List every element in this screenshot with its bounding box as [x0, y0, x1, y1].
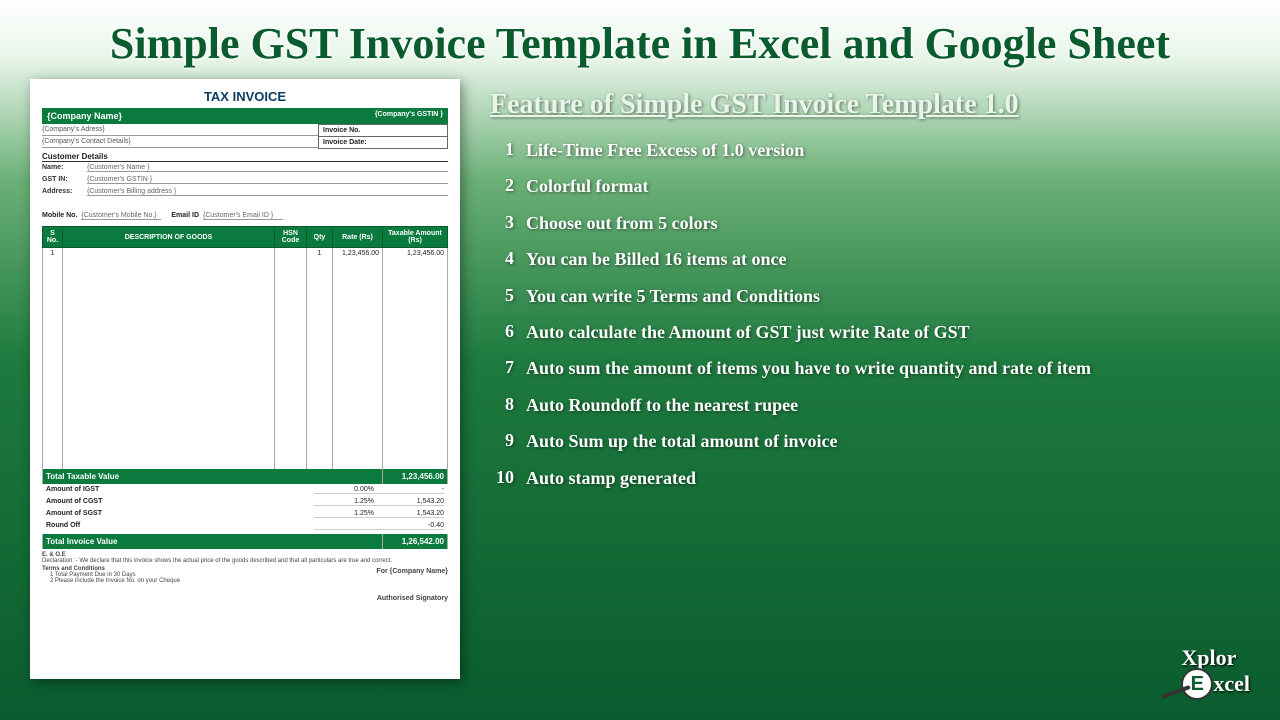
row-hsn	[275, 248, 307, 260]
feature-item: 8 Auto Roundoff to the nearest rupee	[490, 394, 1250, 417]
total-taxable-value: 1,23,456.00	[383, 469, 448, 484]
items-table: S No. DESCRIPTION OF GOODS HSN Code Qty …	[42, 226, 448, 484]
logo-line1: Xplor	[1181, 648, 1250, 668]
col-amount: Taxable Amount (Rs)	[383, 227, 448, 248]
customer-details-label: Customer Details	[42, 152, 448, 162]
feature-text: Colorful format	[526, 175, 1250, 198]
sgst-label: Amount of SGST	[46, 510, 314, 518]
customer-name: {Customer's Name }	[87, 164, 448, 172]
declaration: Declaration :- We declare that this invo…	[42, 558, 448, 564]
feature-number: 10	[490, 467, 514, 490]
for-company: For {Company Name}	[376, 568, 448, 575]
cgst-amt: 1,543.20	[374, 498, 444, 506]
company-name: {Company Name}	[47, 111, 122, 121]
feature-number: 7	[490, 357, 514, 380]
col-desc: DESCRIPTION OF GOODS	[63, 227, 275, 248]
brand-logo: Xplor E xcel	[1181, 648, 1250, 700]
feature-item: 2 Colorful format	[490, 175, 1250, 198]
invoice-no-label: Invoice No.	[323, 127, 378, 134]
feature-item: 4 You can be Billed 16 items at once	[490, 248, 1250, 271]
feature-item: 9 Auto Sum up the total amount of invoice	[490, 430, 1250, 453]
col-hsn: HSN Code	[275, 227, 307, 248]
name-label: Name:	[42, 164, 87, 172]
feature-text: You can be Billed 16 items at once	[526, 248, 1250, 271]
feature-item: 1 Life-Time Free Excess of 1.0 version	[490, 139, 1250, 162]
pen-icon	[1162, 685, 1192, 699]
feature-item: 5 You can write 5 Terms and Conditions	[490, 285, 1250, 308]
feature-text: Auto Sum up the total amount of invoice	[526, 430, 1250, 453]
row-amount: 1,23,456.00	[383, 248, 448, 260]
col-qty: Qty	[307, 227, 333, 248]
total-invoice-label: Total Invoice Value	[43, 534, 383, 549]
feature-text: Auto sum the amount of items you have to…	[526, 357, 1250, 380]
feature-text: Auto Roundoff to the nearest rupee	[526, 394, 1250, 417]
total-invoice-value: 1,26,542.00	[383, 534, 448, 549]
invoice-meta: {Company's Adress} {Company's Contact De…	[42, 124, 448, 149]
row-qty: 1	[307, 248, 333, 260]
feature-text: Auto stamp generated	[526, 467, 1250, 490]
cgst-pct: 1.25%	[314, 498, 374, 506]
logo-e-icon: E	[1181, 668, 1213, 700]
gstin-label: GST IN:	[42, 176, 87, 184]
col-sno: S No.	[43, 227, 63, 248]
address-label: Address:	[42, 188, 87, 196]
feature-item: 10 Auto stamp generated	[490, 467, 1250, 490]
content-row: TAX INVOICE {Company Name} {Company's GS…	[0, 79, 1280, 679]
feature-number: 4	[490, 248, 514, 271]
feature-number: 6	[490, 321, 514, 344]
term-2: 2 Please include the Invoice No. on your…	[42, 578, 180, 584]
cgst-label: Amount of CGST	[46, 498, 314, 506]
feature-number: 3	[490, 212, 514, 235]
feature-number: 5	[490, 285, 514, 308]
feature-text: Choose out from 5 colors	[526, 212, 1250, 235]
col-rate: Rate (Rs)	[333, 227, 383, 248]
authorised-signatory: Authorised Signatory	[376, 595, 448, 602]
features-heading: Feature of Simple GST Invoice Template 1…	[490, 89, 1250, 121]
customer-email: {Customer's Email ID }	[203, 212, 283, 220]
feature-number: 9	[490, 430, 514, 453]
feature-number: 8	[490, 394, 514, 417]
roundoff-amt: -0.40	[374, 522, 444, 530]
total-taxable-label: Total Taxable Value	[43, 469, 383, 484]
company-header-bar: {Company Name} {Company's GSTIN }	[42, 108, 448, 124]
contact-row: Mobile No. {Customer's Mobile No.} Email …	[42, 208, 448, 224]
sgst-amt: 1,543.20	[374, 510, 444, 518]
invoice-doc-title: TAX INVOICE	[42, 89, 448, 104]
feature-text: Life-Time Free Excess of 1.0 version	[526, 139, 1250, 162]
features-panel: Feature of Simple GST Invoice Template 1…	[490, 79, 1250, 679]
sgst-pct: 1.25%	[314, 510, 374, 518]
company-address: {Company's Adress}	[42, 124, 318, 136]
feature-text: You can write 5 Terms and Conditions	[526, 285, 1250, 308]
igst-label: Amount of IGST	[46, 486, 314, 494]
feature-number: 2	[490, 175, 514, 198]
feature-text: Auto calculate the Amount of GST just wr…	[526, 321, 1250, 344]
feature-item: 6 Auto calculate the Amount of GST just w…	[490, 321, 1250, 344]
customer-address: {Customer's Billing address }	[87, 188, 448, 196]
igst-pct: 0.00%	[314, 486, 374, 494]
feature-item: 7 Auto sum the amount of items you have t…	[490, 357, 1250, 380]
igst-amt: -	[374, 486, 444, 494]
company-contact: {Company's Contact Details}	[42, 136, 318, 148]
logo-line2: xcel	[1213, 674, 1250, 694]
feature-number: 1	[490, 139, 514, 162]
page-title: Simple GST Invoice Template in Excel and…	[0, 0, 1280, 79]
row-sno: 1	[43, 248, 63, 260]
company-gstin: {Company's GSTIN }	[375, 111, 443, 121]
invoice-date-label: Invoice Date:	[323, 139, 378, 146]
mobile-label: Mobile No.	[42, 212, 77, 220]
email-label: Email ID	[171, 212, 199, 220]
roundoff-label: Round Off	[46, 522, 314, 530]
row-desc	[63, 248, 275, 260]
feature-item: 3 Choose out from 5 colors	[490, 212, 1250, 235]
row-rate: 1,23,456.00	[333, 248, 383, 260]
invoice-preview: TAX INVOICE {Company Name} {Company's GS…	[30, 79, 460, 679]
customer-mobile: {Customer's Mobile No.}	[81, 212, 161, 220]
customer-gstin: {Customer's GSTIN }	[87, 176, 448, 184]
